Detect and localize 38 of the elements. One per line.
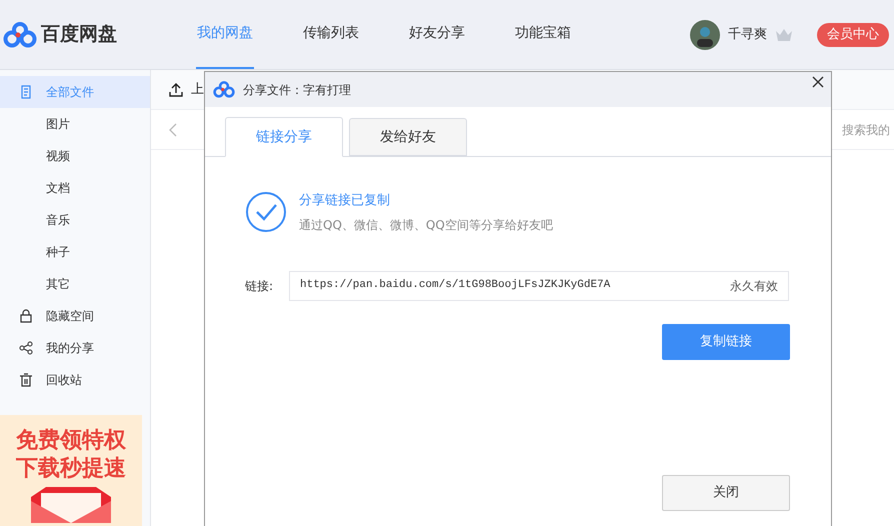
sidebar-item[interactable]: 种子 (0, 236, 150, 268)
upload-icon (169, 82, 183, 96)
close-icon[interactable] (812, 76, 824, 88)
link-label: 链接: (245, 278, 273, 294)
logo-text: 百度网盘 (41, 22, 117, 48)
logo-icon (3, 22, 37, 48)
success-message: 分享链接已复制 (299, 192, 391, 210)
vip-center-button[interactable]: 会员中心 (817, 22, 889, 46)
avatar (690, 20, 720, 50)
sidebar-item[interactable]: 隐藏空间 (0, 300, 150, 332)
share-hint: 通过QQ、微信、微博、QQ空间等分享给好友吧 (299, 216, 553, 234)
sidebar-item[interactable]: 视频 (0, 140, 150, 172)
link-text: https://pan.baidu.com/s/1tG98BoojLFsJZKJKyGdE7A (300, 278, 610, 294)
dialog-tab[interactable]: 发给好友 (349, 118, 467, 156)
promo-text: 免费领特权 (16, 427, 126, 455)
crown-icon (775, 28, 793, 42)
nav-tab[interactable]: 功能宝箱 (514, 0, 572, 69)
sidebar-item[interactable]: 回收站 (0, 364, 150, 396)
sidebar-item[interactable]: 文档 (0, 172, 150, 204)
nav-tab[interactable]: 传输列表 (302, 0, 360, 69)
close-button[interactable]: 关闭 (662, 474, 790, 510)
dialog-title: 分享文件：字有打理 (243, 82, 351, 98)
promo-text: 下载秒提速 (16, 455, 126, 483)
sidebar-item[interactable]: 其它 (0, 268, 150, 300)
link-field[interactable]: https://pan.baidu.com/s/1tG98BoojLFsJZKJKyGdE7A 永久有效 (289, 270, 789, 300)
username[interactable]: 千寻爽 (728, 24, 767, 44)
success-check-icon (245, 191, 287, 233)
share-icon (19, 341, 33, 355)
document-icon (19, 85, 33, 99)
validity-label: 永久有效 (730, 278, 778, 294)
lock-icon (19, 309, 33, 323)
nav-tab[interactable]: 好友分享 (408, 0, 466, 69)
upload-button-label[interactable]: 上 (191, 80, 204, 100)
logo-icon (213, 81, 235, 98)
sidebar-item[interactable]: 图片 (0, 108, 150, 140)
trash-icon (19, 373, 33, 387)
sidebar-item[interactable]: 我的分享 (0, 332, 150, 364)
sidebar-item[interactable]: 音乐 (0, 204, 150, 236)
